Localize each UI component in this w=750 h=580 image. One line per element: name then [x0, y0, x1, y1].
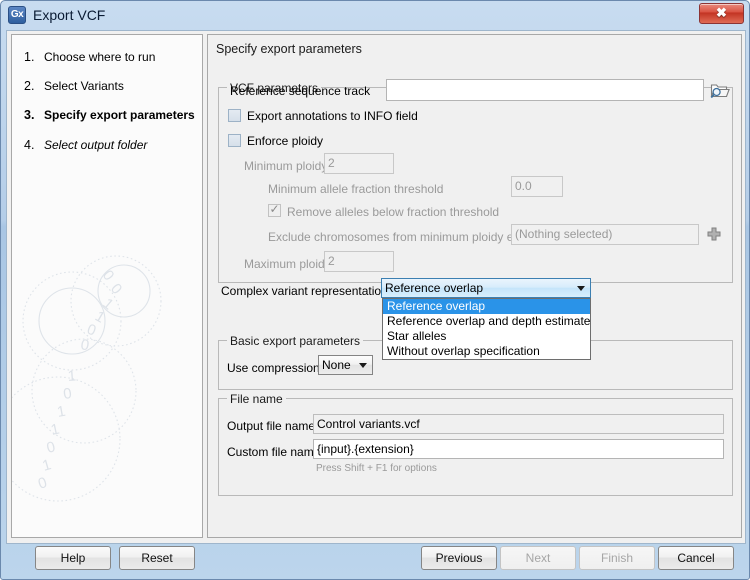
svg-text:0: 0 [107, 280, 125, 298]
svg-text:1: 1 [56, 403, 67, 421]
minimum-ploidy-label: Minimum ploidy [244, 159, 328, 173]
basic-export-parameters-group-title: Basic export parameters [227, 334, 364, 348]
checkmark-icon: ✓ [269, 202, 280, 216]
app-icon: Gx [8, 6, 26, 24]
sidebar-step-2-label: Select Variants [44, 79, 124, 93]
svg-text:1: 1 [40, 456, 53, 475]
chevron-down-icon [359, 363, 367, 368]
svg-text:0: 0 [62, 385, 73, 403]
svg-text:0: 0 [45, 438, 57, 457]
cancel-button[interactable]: Cancel [658, 546, 734, 570]
svg-text:0: 0 [36, 474, 49, 493]
chevron-down-icon [577, 286, 585, 291]
svg-text:0: 0 [79, 336, 90, 354]
reset-button[interactable]: Reset [119, 546, 195, 570]
custom-file-name-label: Custom file name [227, 445, 321, 459]
minimum-ploidy-input: 2 [324, 153, 394, 174]
sidebar-step-2-number: 2. [24, 79, 35, 93]
use-compression-label: Use compression [227, 361, 320, 375]
sidebar-step-4-number: 4. [24, 138, 35, 152]
dropdown-option-reference-overlap[interactable]: Reference overlap [383, 299, 590, 314]
svg-text:1: 1 [49, 421, 61, 439]
exclude-chromosomes-label: Exclude chromosomes from minimum ploidy … [268, 230, 541, 244]
output-file-name-label: Output file name [227, 419, 316, 433]
custom-file-name-hint: Press Shift + F1 for options [316, 463, 437, 474]
dialog-client-area: 1. Choose where to run 2. Select Variant… [6, 30, 746, 544]
reference-sequence-track-label: Reference sequence track [230, 84, 371, 98]
export-annotations-label: Export annotations to INFO field [247, 109, 418, 123]
dropdown-option-star-alleles[interactable]: Star alleles [383, 329, 590, 344]
svg-text:1: 1 [92, 308, 108, 327]
sidebar-step-3-label: Specify export parameters [44, 108, 195, 122]
dialog-button-bar: Help Reset Previous Next Finish Cancel [6, 544, 746, 576]
svg-text:0: 0 [85, 321, 99, 340]
dropdown-option-without-overlap-specification[interactable]: Without overlap specification [383, 344, 590, 359]
maximum-ploidy-label: Maximum ploidy [244, 257, 331, 271]
next-button: Next [500, 546, 576, 570]
output-file-name-input: Control variants.vcf [313, 414, 724, 434]
exclude-chromosomes-input: (Nothing selected) [511, 224, 699, 245]
sidebar-step-4-label: Select output folder [44, 138, 148, 152]
minimum-allele-fraction-threshold-label: Minimum allele fraction threshold [268, 182, 444, 196]
previous-button[interactable]: Previous [421, 546, 497, 570]
custom-file-name-input[interactable]: {input}.{extension} [313, 439, 724, 459]
close-icon: ✖ [716, 5, 727, 20]
main-content-panel: Specify export parameters VCF parameters… [207, 34, 742, 538]
remove-alleles-label: Remove alleles below fraction threshold [287, 205, 500, 219]
use-compression-combo[interactable]: None [318, 355, 373, 375]
close-button[interactable]: ✖ [699, 3, 744, 24]
help-button[interactable]: Help [35, 546, 111, 570]
folder-search-icon[interactable] [708, 79, 730, 101]
minimum-allele-fraction-threshold-input: 0.0 [511, 176, 563, 197]
maximum-ploidy-input: 2 [324, 251, 394, 272]
complex-variant-representation-label: Complex variant representation [221, 284, 388, 298]
sidebar-step-1-label: Choose where to run [44, 50, 156, 64]
svg-text:0: 0 [99, 267, 118, 284]
remove-alleles-checkbox: ✓ [268, 202, 281, 217]
plus-icon [706, 226, 722, 242]
window-title: Export VCF [33, 7, 106, 23]
enforce-ploidy-checkbox[interactable] [228, 134, 241, 147]
complex-variant-representation-combo[interactable]: Reference overlap [381, 278, 591, 298]
file-name-group-title: File name [227, 392, 286, 406]
wizard-step-sidebar: 1. Choose where to run 2. Select Variant… [11, 34, 203, 538]
complex-variant-representation-value: Reference overlap [385, 281, 484, 295]
dialog-window: Gx Export VCF ✖ 1. Choose where to run 2… [0, 0, 750, 580]
sidebar-step-3-number: 3. [24, 108, 35, 122]
svg-text:1: 1 [67, 367, 77, 385]
reference-sequence-track-input[interactable] [386, 79, 704, 101]
dropdown-option-reference-overlap-depth-estimate[interactable]: Reference overlap and depth estimate [383, 314, 590, 329]
enforce-ploidy-label: Enforce ploidy [247, 134, 324, 148]
title-bar: Gx Export VCF ✖ [1, 1, 749, 30]
brand-watermark: 0 0 1 1 0 0 1 0 1 1 0 1 0 [12, 255, 162, 502]
finish-button: Finish [579, 546, 655, 570]
export-annotations-checkbox[interactable] [228, 109, 241, 122]
complex-variant-representation-dropdown[interactable]: Reference overlap Reference overlap and … [382, 298, 591, 360]
svg-text:1: 1 [99, 295, 116, 313]
use-compression-value: None [322, 358, 351, 372]
page-title: Specify export parameters [216, 42, 362, 56]
sidebar-step-1-number: 1. [24, 50, 35, 64]
